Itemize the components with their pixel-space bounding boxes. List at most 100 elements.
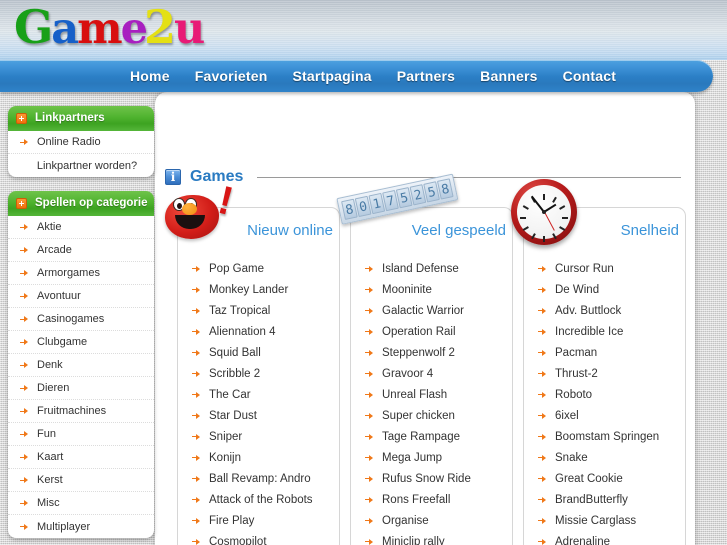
game-link[interactable]: De Wind (555, 284, 599, 296)
list-item[interactable]: Thrust-2 (524, 363, 685, 384)
sidebar-item-label[interactable]: Arcade (37, 244, 72, 256)
list-item[interactable]: Pacman (524, 342, 685, 363)
sidebar-item-multiplayer[interactable]: Multiplayer (8, 515, 154, 538)
game-link[interactable]: Ball Revamp: Andro (209, 473, 311, 485)
list-item[interactable]: Tage Rampage (351, 426, 512, 447)
game-link[interactable]: Rons Freefall (382, 494, 450, 506)
game-link[interactable]: Missie Carglass (555, 515, 636, 527)
game-link[interactable]: The Car (209, 389, 251, 401)
sidebar-item-label[interactable]: Kerst (37, 474, 63, 486)
sidebar-item-label[interactable]: Clubgame (37, 336, 87, 348)
list-item[interactable]: Organise (351, 510, 512, 531)
list-item[interactable]: Star Dust (178, 405, 339, 426)
game-link[interactable]: Cursor Run (555, 263, 614, 275)
game-link[interactable]: Super chicken (382, 410, 455, 422)
game-link[interactable]: Aliennation 4 (209, 326, 276, 338)
sidebar-item-fun[interactable]: Fun (8, 423, 154, 446)
nav-item-favorieten[interactable]: Favorieten (195, 68, 268, 84)
game-link[interactable]: Miniclip rally (382, 536, 445, 545)
sidebar-item-label[interactable]: Dieren (37, 382, 69, 394)
list-item[interactable]: The Car (178, 384, 339, 405)
sidebar-item-aktie[interactable]: Aktie (8, 216, 154, 239)
sidebar-item-avontuur[interactable]: Avontuur (8, 285, 154, 308)
sidebar-item-arcade[interactable]: Arcade (8, 239, 154, 262)
list-item[interactable]: Attack of the Robots (178, 489, 339, 510)
sidebar-item-dieren[interactable]: Dieren (8, 377, 154, 400)
sidebar-item-label[interactable]: Fruitmachines (37, 405, 106, 417)
game-link[interactable]: Mooninite (382, 284, 432, 296)
list-item[interactable]: Konijn (178, 447, 339, 468)
sidebar-item-kerst[interactable]: Kerst (8, 469, 154, 492)
game-link[interactable]: Adv. Buttlock (555, 305, 621, 317)
game-link[interactable]: Monkey Lander (209, 284, 288, 296)
sidebar-item-label[interactable]: Avontuur (37, 290, 81, 302)
sidebar-item-online-radio[interactable]: Online Radio (8, 131, 154, 154)
game-link[interactable]: Island Defense (382, 263, 459, 275)
game-link[interactable]: Rufus Snow Ride (382, 473, 471, 485)
game-link[interactable]: Sniper (209, 431, 242, 443)
list-item[interactable]: Sniper (178, 426, 339, 447)
list-item[interactable]: Cosmopilot (178, 531, 339, 545)
game-link[interactable]: Pacman (555, 347, 597, 359)
list-item[interactable]: Rons Freefall (351, 489, 512, 510)
list-item[interactable]: Adv. Buttlock (524, 300, 685, 321)
sidebar-item-clubgame[interactable]: Clubgame (8, 331, 154, 354)
nav-item-partners[interactable]: Partners (397, 68, 455, 84)
sidebar-item-label[interactable]: Multiplayer (37, 521, 90, 533)
list-item[interactable]: Super chicken (351, 405, 512, 426)
game-link[interactable]: Adrenaline (555, 536, 610, 545)
sidebar-item-label[interactable]: Armorgames (37, 267, 100, 279)
sidebar-item-label[interactable]: Aktie (37, 221, 61, 233)
list-item[interactable]: Galactic Warrior (351, 300, 512, 321)
list-item[interactable]: Snake (524, 447, 685, 468)
list-item[interactable]: Squid Ball (178, 342, 339, 363)
sidebar-item-kaart[interactable]: Kaart (8, 446, 154, 469)
list-item[interactable]: Gravoor 4 (351, 363, 512, 384)
list-item[interactable]: Fire Play (178, 510, 339, 531)
list-item[interactable]: Mega Jump (351, 447, 512, 468)
list-item[interactable]: Miniclip rally (351, 531, 512, 545)
game-link[interactable]: Fire Play (209, 515, 254, 527)
list-item[interactable]: Missie Carglass (524, 510, 685, 531)
list-item[interactable]: BrandButterfly (524, 489, 685, 510)
list-item[interactable]: 6ixel (524, 405, 685, 426)
game-link[interactable]: Star Dust (209, 410, 257, 422)
list-item[interactable]: Unreal Flash (351, 384, 512, 405)
game-link[interactable]: Boomstam Springen (555, 431, 659, 443)
sidebar-item-denk[interactable]: Denk (8, 354, 154, 377)
nav-item-contact[interactable]: Contact (563, 68, 617, 84)
nav-item-home[interactable]: Home (130, 68, 170, 84)
list-item[interactable]: Mooninite (351, 279, 512, 300)
sidebar-item-label[interactable]: Misc (37, 497, 60, 509)
list-item[interactable]: Pop Game (178, 258, 339, 279)
game-link[interactable]: Konijn (209, 452, 241, 464)
site-logo[interactable]: Game2u (14, 2, 205, 54)
nav-item-banners[interactable]: Banners (480, 68, 537, 84)
game-link[interactable]: Steppenwolf 2 (382, 347, 455, 359)
sidebar-item-label[interactable]: Fun (37, 428, 56, 440)
game-link[interactable]: Roboto (555, 389, 592, 401)
game-link[interactable]: Tage Rampage (382, 431, 460, 443)
list-item[interactable]: Roboto (524, 384, 685, 405)
sidebar-item-label[interactable]: Linkpartner worden? (37, 160, 137, 172)
game-link[interactable]: Great Cookie (555, 473, 623, 485)
list-item[interactable]: Boomstam Springen (524, 426, 685, 447)
game-link[interactable]: Thrust-2 (555, 368, 598, 380)
list-item[interactable]: Great Cookie (524, 468, 685, 489)
nav-item-startpagina[interactable]: Startpagina (293, 68, 372, 84)
game-link[interactable]: Incredible Ice (555, 326, 623, 338)
list-item[interactable]: De Wind (524, 279, 685, 300)
sidebar-item-armorgames[interactable]: Armorgames (8, 262, 154, 285)
sidebar-item-fruitmachines[interactable]: Fruitmachines (8, 400, 154, 423)
game-link[interactable]: Gravoor 4 (382, 368, 433, 380)
sidebar-item-linkpartner-worden[interactable]: Linkpartner worden? (8, 154, 154, 177)
list-item[interactable]: Monkey Lander (178, 279, 339, 300)
game-link[interactable]: Unreal Flash (382, 389, 447, 401)
game-link[interactable]: Galactic Warrior (382, 305, 464, 317)
sidebar-item-label[interactable]: Denk (37, 359, 63, 371)
list-item[interactable]: Cursor Run (524, 258, 685, 279)
game-link[interactable]: 6ixel (555, 410, 579, 422)
game-link[interactable]: Attack of the Robots (209, 494, 313, 506)
game-link[interactable]: Cosmopilot (209, 536, 267, 545)
game-link[interactable]: Scribble 2 (209, 368, 260, 380)
